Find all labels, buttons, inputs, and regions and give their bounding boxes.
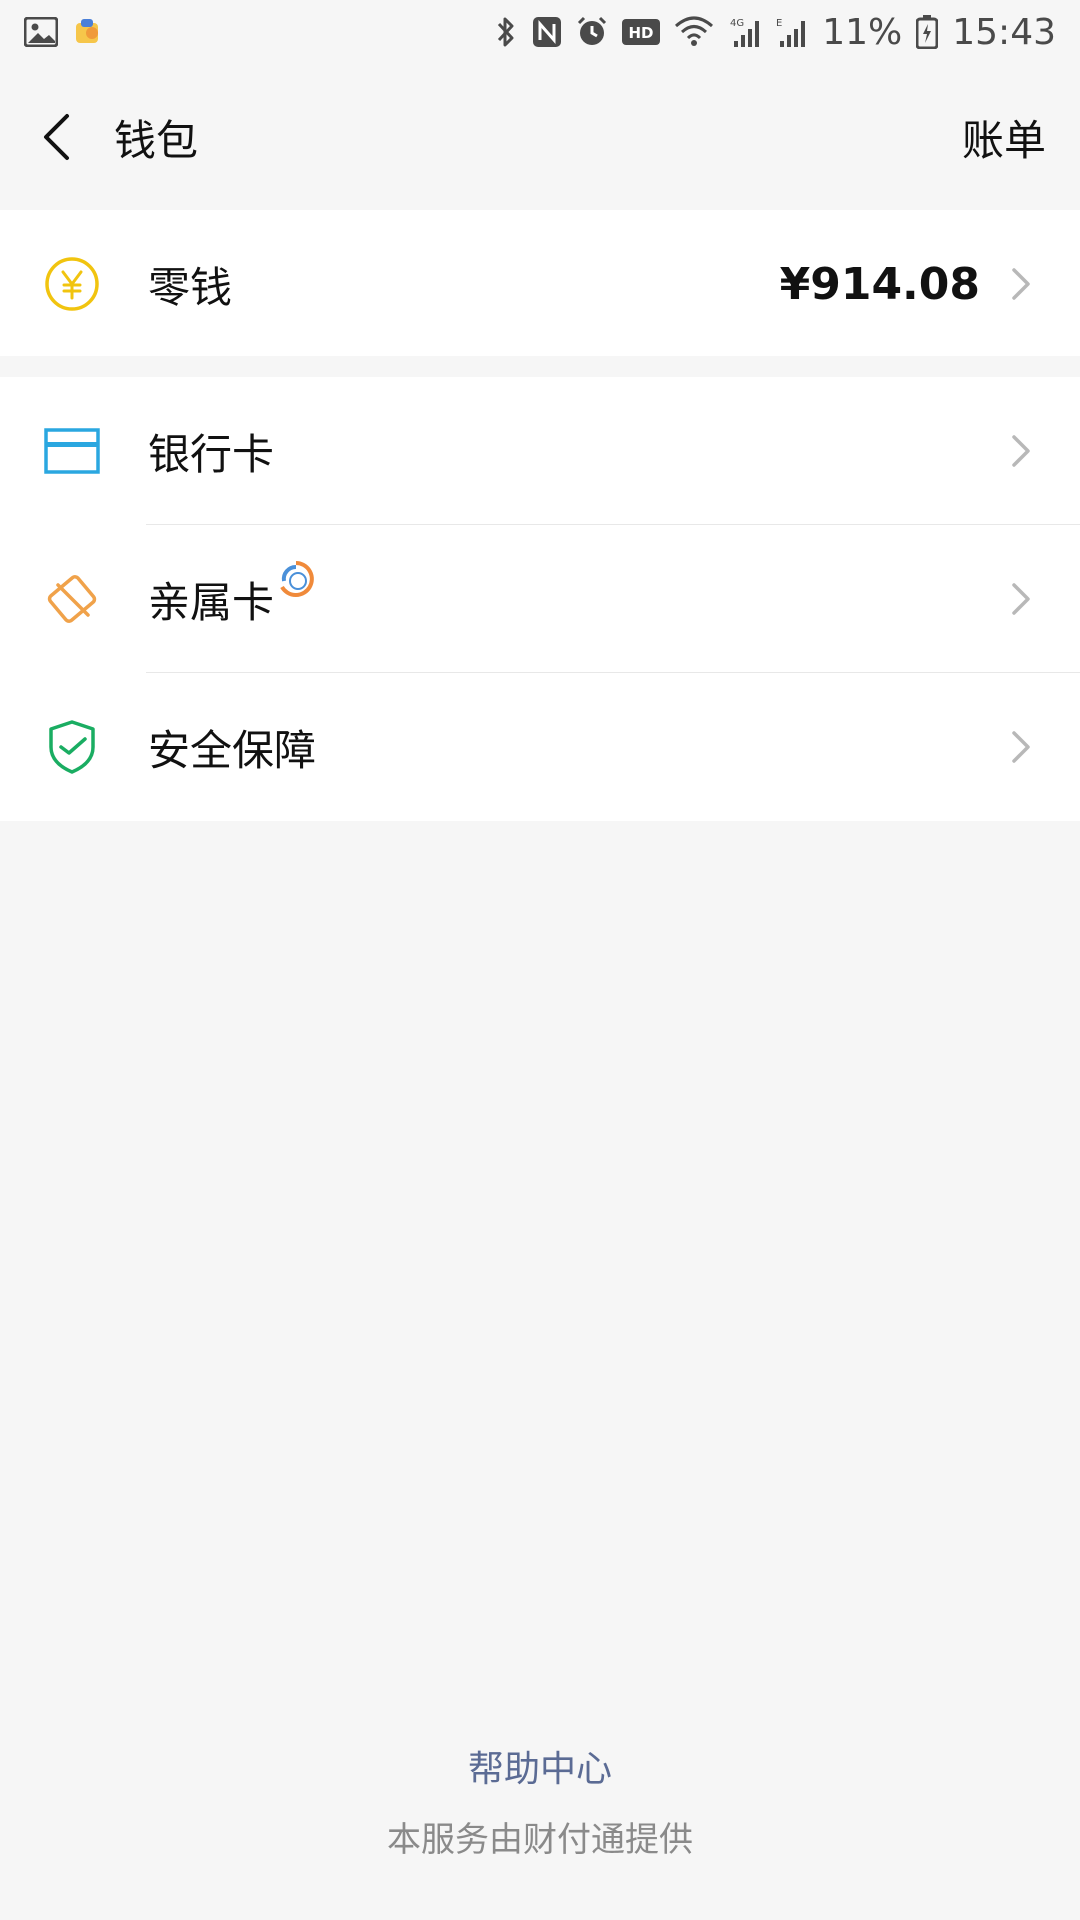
net-4g-label: 4G [730, 18, 744, 29]
app-notification-icon [72, 17, 102, 47]
chevron-right-icon [1008, 727, 1034, 767]
family-card-text: 亲属卡 [148, 577, 275, 627]
hd-label: HD [629, 24, 654, 42]
bluetooth-icon [494, 15, 518, 49]
chevron-right-icon [1008, 431, 1034, 471]
change-row[interactable]: 零钱 ¥914.08 [0, 210, 1080, 358]
bank-card-icon [44, 423, 100, 479]
status-bar: HD 4G E 11% 15:43 [0, 0, 1080, 64]
shield-check-icon [44, 719, 100, 775]
back-button[interactable] [34, 107, 78, 167]
provider-notice: 本服务由财付通提供 [387, 1820, 693, 1860]
status-right: HD 4G E 11% 15:43 [494, 12, 1056, 53]
family-card-icon [44, 571, 100, 627]
header-bar: 钱包 账单 [0, 64, 1080, 210]
battery-icon [916, 15, 939, 49]
bill-button[interactable]: 账单 [962, 107, 1046, 168]
chevron-right-icon [1008, 579, 1034, 619]
security-row[interactable]: 安全保障 [0, 673, 1080, 821]
alarm-icon [576, 16, 608, 48]
change-balance: ¥914.08 [779, 258, 980, 310]
family-card-row[interactable]: 亲属卡 [0, 525, 1080, 673]
cellular-4g-icon: 4G [728, 15, 762, 49]
change-label: 零钱 [148, 262, 233, 312]
gallery-icon [24, 17, 58, 47]
promo-badge-icon [276, 559, 316, 599]
balance-section: 零钱 ¥914.08 [0, 210, 1080, 356]
battery-percent: 11% [822, 11, 903, 53]
security-label: 安全保障 [148, 725, 317, 775]
hd-icon: HD [622, 19, 661, 45]
family-card-label: 亲属卡 [148, 560, 316, 630]
nfc-icon [532, 16, 562, 48]
wifi-icon [674, 16, 714, 48]
page-title: 钱包 [114, 115, 199, 165]
yuan-coin-icon [44, 256, 100, 312]
cellular-e-icon: E [776, 15, 808, 49]
help-center-link[interactable]: 帮助中心 [0, 1740, 1080, 1792]
cards-section: 银行卡 亲属卡 安全保障 [0, 377, 1080, 821]
net-e-label: E [776, 18, 782, 29]
clock: 15:43 [952, 11, 1056, 53]
bank-card-label: 银行卡 [148, 429, 275, 479]
back-arrow-icon [44, 114, 69, 160]
chevron-right-icon [1008, 264, 1034, 304]
status-left [24, 17, 102, 47]
bank-card-row[interactable]: 银行卡 [0, 377, 1080, 525]
